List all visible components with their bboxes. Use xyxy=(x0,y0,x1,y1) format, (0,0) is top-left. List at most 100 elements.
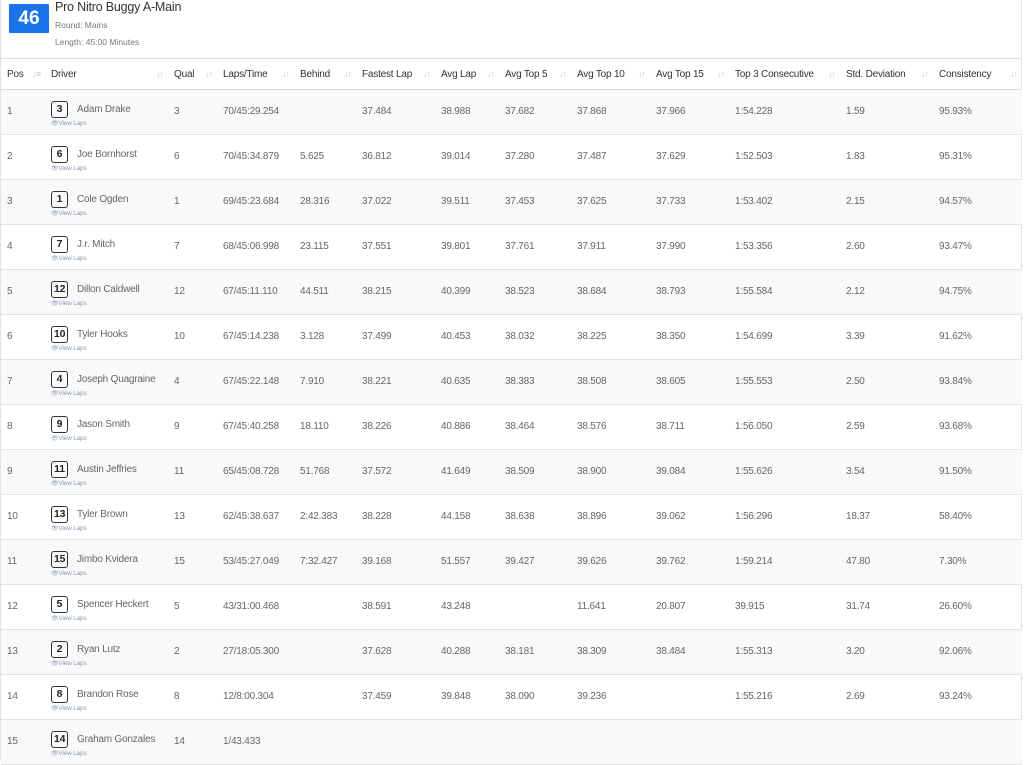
driver-block: 3 Adam Drake 👁View Laps xyxy=(51,101,168,134)
column-header-avg-top-5[interactable]: Avg Top 5 ↓↑ xyxy=(499,58,571,90)
consistency-cell: 94.57% xyxy=(933,179,1022,225)
qual-cell: 12 xyxy=(168,269,217,315)
car-number-badge: 15 xyxy=(51,551,69,568)
view-laps-label: View Laps xyxy=(58,165,87,172)
table-row: 2 6 Joe Bornhorst 👁View Laps 6 70/45:34.879 5.… xyxy=(1,134,1022,180)
qual-cell: 5 xyxy=(168,584,217,630)
fastest-lap-cell: 39.168 xyxy=(356,539,435,585)
avg-lap-cell: 43.248 xyxy=(435,584,499,630)
view-laps-link[interactable]: 👁View Laps xyxy=(51,120,87,127)
position-cell: 7 xyxy=(1,359,45,405)
behind-cell: 7.910 xyxy=(294,359,356,405)
driver-name: Tyler Brown xyxy=(77,509,128,520)
avg-top5-cell: 37.761 xyxy=(499,224,571,270)
avg-top10-cell: 37.868 xyxy=(571,89,650,135)
avg-top5-cell: 38.464 xyxy=(499,404,571,450)
column-header-laps-time[interactable]: Laps/Time ↓↑ xyxy=(217,58,294,90)
fastest-lap-cell: 37.551 xyxy=(356,224,435,270)
driver-name: Jimbo Kvidera xyxy=(77,554,138,565)
top3-consecutive-cell: 1:55.584 xyxy=(729,269,840,315)
avg-lap-cell: 39.801 xyxy=(435,224,499,270)
driver-cell: 9 Jason Smith 👁View Laps xyxy=(45,404,168,450)
fastest-lap-cell: 37.022 xyxy=(356,179,435,225)
view-laps-label: View Laps xyxy=(58,615,87,622)
view-laps-link[interactable]: 👁View Laps xyxy=(51,480,87,487)
view-laps-link[interactable]: 👁View Laps xyxy=(51,300,87,307)
behind-cell: 3.128 xyxy=(294,314,356,360)
qual-cell: 2 xyxy=(168,629,217,675)
column-header-avg-top-10[interactable]: Avg Top 10 ↓↑ xyxy=(571,58,650,90)
qual-cell: 13 xyxy=(168,494,217,540)
column-header-behind[interactable]: Behind ↓↑ xyxy=(294,58,356,90)
driver-block: 2 Ryan Lutz 👁View Laps xyxy=(51,641,168,674)
sort-icon: ↓↑ xyxy=(156,69,164,79)
view-laps-link[interactable]: 👁View Laps xyxy=(51,435,87,442)
driver-block: 7 J.r. Mitch 👁View Laps xyxy=(51,236,168,269)
column-header-avg-top-15[interactable]: Avg Top 15 ↓↑ xyxy=(650,58,729,90)
position-cell: 3 xyxy=(1,179,45,225)
sort-icon: ↓↑ xyxy=(559,69,567,79)
view-laps-link[interactable]: 👁View Laps xyxy=(51,255,87,262)
column-header-avg-lap[interactable]: Avg Lap ↓↑ xyxy=(435,58,499,90)
behind-cell: 23.115 xyxy=(294,224,356,270)
driver-cell: 14 Graham Gonzales 👁View Laps xyxy=(45,719,168,765)
column-header-driver[interactable]: Driver ↓↑ xyxy=(45,58,168,90)
avg-top10-cell: 38.508 xyxy=(571,359,650,405)
view-laps-link[interactable]: 👁View Laps xyxy=(51,345,87,352)
view-laps-link[interactable]: 👁View Laps xyxy=(51,615,87,622)
view-laps-link[interactable]: 👁View Laps xyxy=(51,165,87,172)
consistency-cell: 93.68% xyxy=(933,404,1022,450)
avg-top15-cell: 39.084 xyxy=(650,449,729,495)
fastest-lap-cell: 38.228 xyxy=(356,494,435,540)
consistency-cell: 91.62% xyxy=(933,314,1022,360)
column-header-std-deviation[interactable]: Std. Deviation ↓↑ xyxy=(840,58,933,90)
avg-top5-cell: 38.509 xyxy=(499,449,571,495)
car-number-badge: 8 xyxy=(51,686,68,703)
avg-lap-cell: 39.511 xyxy=(435,179,499,225)
car-number-badge: 7 xyxy=(51,236,68,253)
view-laps-label: View Laps xyxy=(58,345,87,352)
position-cell: 11 xyxy=(1,539,45,585)
driver-cell: 12 Dillon Caldwell 👁View Laps xyxy=(45,269,168,315)
view-laps-label: View Laps xyxy=(58,300,87,307)
car-number-badge: 11 xyxy=(51,461,68,478)
driver-cell: 8 Brandon Rose 👁View Laps xyxy=(45,674,168,720)
std-deviation-cell: 2.59 xyxy=(840,404,933,450)
column-header-pos[interactable]: Pos ↓≡ xyxy=(1,58,45,90)
avg-top15-cell: 37.990 xyxy=(650,224,729,270)
column-header-qual[interactable]: Qual ↓↑ xyxy=(168,58,217,90)
avg-top10-cell: 38.684 xyxy=(571,269,650,315)
behind-cell: 44.511 xyxy=(294,269,356,315)
avg-lap-cell: 40.399 xyxy=(435,269,499,315)
avg-lap-cell: 40.635 xyxy=(435,359,499,405)
car-number-badge: 12 xyxy=(51,281,69,298)
column-header-consistency[interactable]: Consistency ↓↑ xyxy=(933,58,1022,90)
sort-icon: ↓↑ xyxy=(205,69,213,79)
view-laps-link[interactable]: 👁View Laps xyxy=(51,660,87,667)
sort-icon: ↓↑ xyxy=(487,69,495,79)
view-laps-link[interactable]: 👁View Laps xyxy=(51,750,87,757)
table-row: 10 13 Tyler Brown 👁View Laps 13 62/45:38.637 2… xyxy=(1,494,1022,540)
driver-name: Joe Bornhorst xyxy=(77,149,137,160)
view-laps-link[interactable]: 👁View Laps xyxy=(51,210,87,217)
avg-top5-cell: 38.181 xyxy=(499,629,571,675)
laps-time-cell: 1/43.433 xyxy=(217,719,294,765)
event-number-badge: 46 xyxy=(9,4,49,33)
column-header-top-3-consecutive[interactable]: Top 3 Consecutive ↓↑ xyxy=(729,58,840,90)
std-deviation-cell: 2.15 xyxy=(840,179,933,225)
driver-name: Jason Smith xyxy=(77,419,130,430)
consistency-cell: 7.30% xyxy=(933,539,1022,585)
laps-time-cell: 53/45:27.049 xyxy=(217,539,294,585)
view-laps-link[interactable]: 👁View Laps xyxy=(51,570,87,577)
view-laps-link[interactable]: 👁View Laps xyxy=(51,705,87,712)
view-laps-link[interactable]: 👁View Laps xyxy=(51,525,87,532)
avg-lap-cell: 40.886 xyxy=(435,404,499,450)
driver-name: Graham Gonzales xyxy=(77,734,156,745)
avg-lap-cell: 40.453 xyxy=(435,314,499,360)
driver-name: Cole Ogden xyxy=(77,194,129,205)
avg-top15-cell: 38.711 xyxy=(650,404,729,450)
view-laps-link[interactable]: 👁View Laps xyxy=(51,390,87,397)
avg-top15-cell: 39.062 xyxy=(650,494,729,540)
driver-cell: 5 Spencer Heckert 👁View Laps xyxy=(45,584,168,630)
column-header-fastest-lap[interactable]: Fastest Lap ↓↑ xyxy=(356,58,435,90)
